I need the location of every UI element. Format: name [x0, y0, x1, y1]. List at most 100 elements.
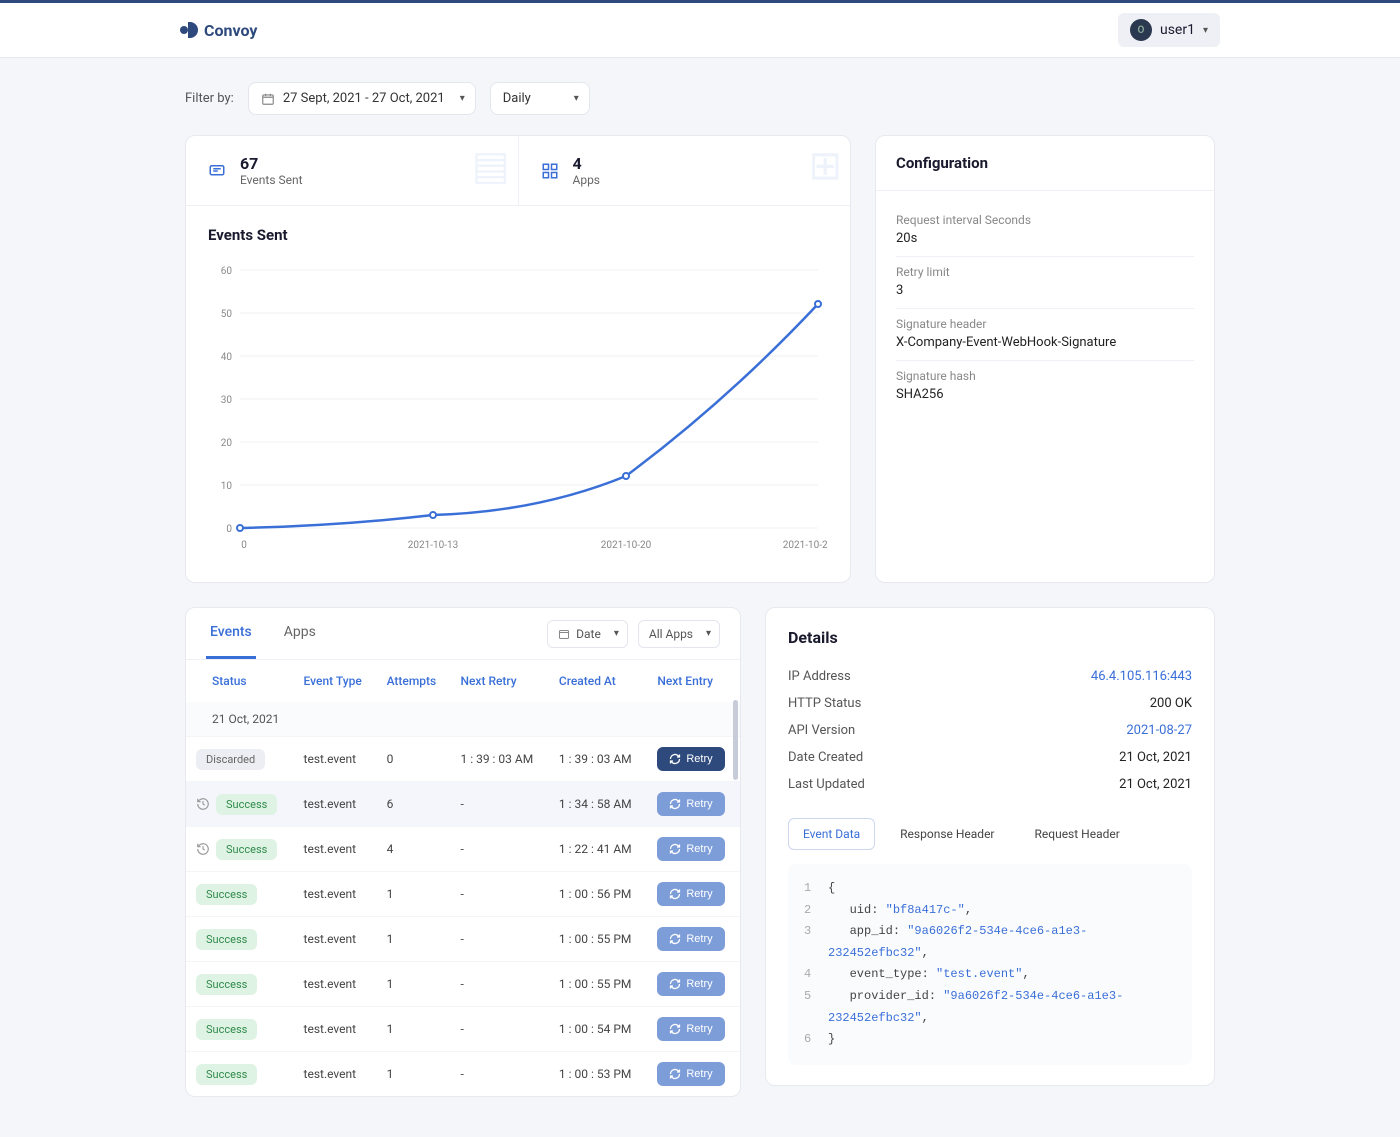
event-type: test.event	[294, 1052, 377, 1097]
detail-label: API Version	[788, 723, 855, 738]
config-label: Retry limit	[896, 265, 1194, 279]
brand-name: Convoy	[204, 21, 257, 40]
detail-value: 200 OK	[1150, 696, 1192, 711]
message-bg-icon: ▤	[472, 142, 510, 189]
retry-button[interactable]: Retry	[657, 882, 724, 906]
table-row[interactable]: Success test.event 1 - 1 : 00 : 55 PM Re…	[186, 917, 740, 962]
line-number: 5	[804, 986, 828, 1029]
created-at: 1 : 34 : 58 AM	[549, 782, 647, 827]
event-type: test.event	[294, 827, 377, 872]
config-value: 3	[896, 283, 1194, 298]
scrollbar[interactable]	[733, 700, 738, 780]
config-value: SHA256	[896, 387, 1194, 402]
code-block: 1{2 uid: "bf8a417c-",3 app_id: "9a6026f2…	[788, 864, 1192, 1065]
detail-value: 2021-08-27	[1126, 723, 1192, 738]
next-retry: -	[450, 872, 548, 917]
refresh-icon	[669, 933, 681, 945]
user-menu[interactable]: O user1 ▾	[1118, 13, 1220, 47]
svg-text:50: 50	[221, 309, 233, 320]
detail-tab[interactable]: Event Data	[788, 818, 875, 850]
user-name: user1	[1160, 22, 1195, 38]
event-type: test.event	[294, 917, 377, 962]
column-header[interactable]: Next Entry	[647, 660, 740, 702]
svg-text:60: 60	[221, 266, 233, 277]
column-header[interactable]: Event Type	[294, 660, 377, 702]
granularity-select[interactable]: Daily ▾	[490, 82, 590, 115]
avatar: O	[1130, 19, 1152, 41]
column-header[interactable]: Next Retry	[450, 660, 548, 702]
table-row[interactable]: Success test.event 1 - 1 : 00 : 56 PM Re…	[186, 872, 740, 917]
column-header[interactable]: Attempts	[377, 660, 451, 702]
event-type: test.event	[294, 737, 377, 782]
table-row[interactable]: Success test.event 4 - 1 : 22 : 41 AM Re…	[186, 827, 740, 872]
table-row[interactable]: Success test.event 1 - 1 : 00 : 55 PM Re…	[186, 962, 740, 1007]
retry-button[interactable]: Retry	[657, 927, 724, 951]
line-number: 3	[804, 921, 828, 964]
column-header[interactable]: Status	[186, 660, 294, 702]
refresh-icon	[669, 753, 681, 765]
svg-text:0: 0	[226, 524, 232, 535]
configuration-title: Configuration	[876, 136, 1214, 191]
config-label: Request interval Seconds	[896, 213, 1194, 227]
attempts: 4	[377, 827, 451, 872]
refresh-icon	[669, 1023, 681, 1035]
refresh-icon	[669, 978, 681, 990]
table-row[interactable]: Success test.event 6 - 1 : 34 : 58 AM Re…	[186, 782, 740, 827]
retry-button[interactable]: Retry	[657, 747, 724, 771]
brand-logo[interactable]: Convoy	[180, 21, 257, 40]
svg-text:2021-10-20: 2021-10-20	[601, 540, 652, 551]
attempts: 1	[377, 917, 451, 962]
event-type: test.event	[294, 1007, 377, 1052]
chart-title: Events Sent	[208, 226, 828, 244]
created-at: 1 : 22 : 41 AM	[549, 827, 647, 872]
details-title: Details	[788, 628, 1192, 647]
retry-button[interactable]: Retry	[657, 972, 724, 996]
status-badge: Success	[196, 1019, 257, 1040]
filter-apps-select[interactable]: All Apps ▾	[638, 620, 720, 648]
history-icon	[196, 842, 210, 856]
retry-button[interactable]: Retry	[657, 1017, 724, 1041]
table-row[interactable]: Success test.event 1 - 1 : 00 : 53 PM Re…	[186, 1052, 740, 1097]
line-number: 2	[804, 900, 828, 922]
attempts: 1	[377, 1052, 451, 1097]
created-at: 1 : 00 : 54 PM	[549, 1007, 647, 1052]
status-badge: Success	[196, 974, 257, 995]
config-label: Signature header	[896, 317, 1194, 331]
date-range-select[interactable]: 27 Sept, 2021 - 27 Oct, 2021 ▾	[248, 82, 476, 115]
next-retry: -	[450, 1052, 548, 1097]
config-label: Signature hash	[896, 369, 1194, 383]
detail-label: Date Created	[788, 750, 863, 765]
filter-bar: Filter by: 27 Sept, 2021 - 27 Oct, 2021 …	[185, 82, 1215, 115]
table-row[interactable]: Success test.event 1 - 1 : 00 : 54 PM Re…	[186, 1007, 740, 1052]
chevron-down-icon: ▾	[460, 93, 465, 104]
retry-button[interactable]: Retry	[657, 1062, 724, 1086]
column-header[interactable]: Created At	[549, 660, 647, 702]
svg-text:20: 20	[221, 438, 233, 449]
next-retry: -	[450, 827, 548, 872]
tab-events[interactable]: Events	[206, 608, 256, 659]
filter-date-select[interactable]: Date ▾	[547, 620, 628, 648]
chevron-down-icon: ▾	[706, 628, 711, 639]
refresh-icon	[669, 888, 681, 900]
status-badge: Success	[216, 794, 277, 815]
date-group: 21 Oct, 2021	[186, 702, 740, 737]
svg-text:2021-10-13: 2021-10-13	[408, 540, 459, 551]
refresh-icon	[669, 1068, 681, 1080]
table-row[interactable]: Discarded test.event 0 1 : 39 : 03 AM 1 …	[186, 737, 740, 782]
attempts: 6	[377, 782, 451, 827]
detail-tab[interactable]: Request Header	[1020, 818, 1135, 850]
attempts: 0	[377, 737, 451, 782]
next-retry: -	[450, 962, 548, 1007]
stat-events-sent: 67 Events Sent ▤	[186, 136, 518, 205]
convoy-icon	[180, 21, 198, 39]
events-card: Events Apps Date ▾ All Apps ▾	[185, 607, 741, 1097]
retry-button[interactable]: Retry	[657, 837, 724, 861]
calendar-icon	[558, 628, 570, 640]
svg-text:40: 40	[221, 352, 233, 363]
detail-tab[interactable]: Response Header	[885, 818, 1009, 850]
tab-apps[interactable]: Apps	[280, 608, 320, 659]
line-number: 4	[804, 964, 828, 986]
retry-button[interactable]: Retry	[657, 792, 724, 816]
next-retry: -	[450, 1007, 548, 1052]
status-badge: Success	[196, 1064, 257, 1085]
